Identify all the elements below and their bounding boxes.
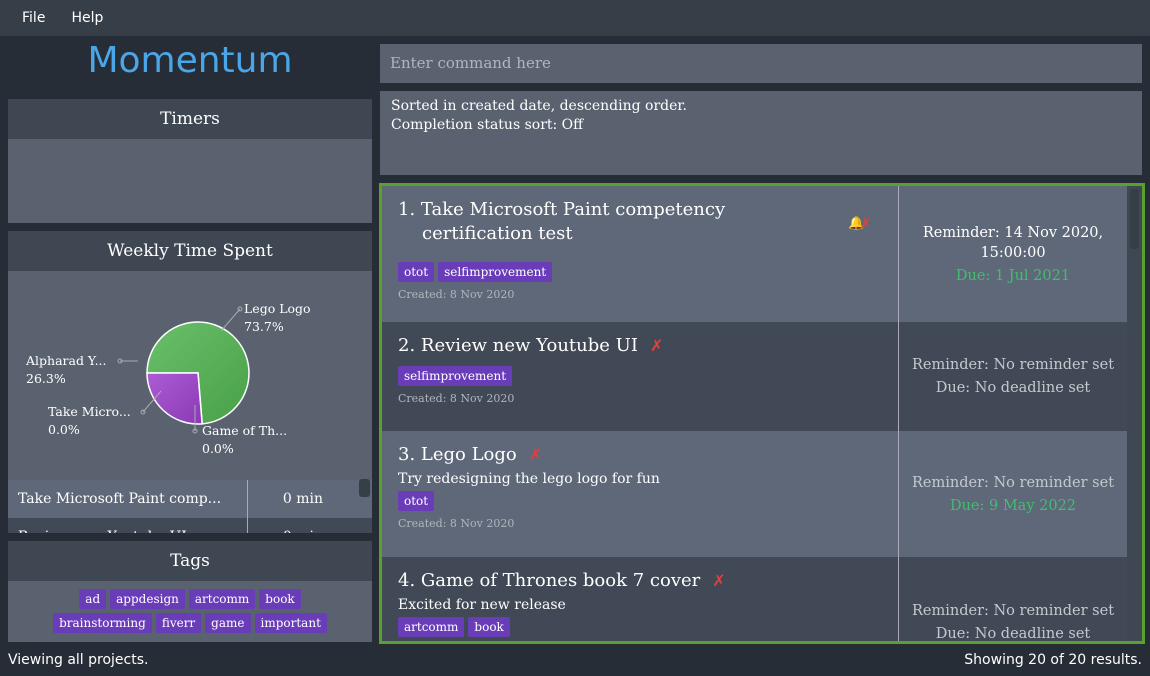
project-card[interactable]: 2. Review new Youtube UI ✗ selfimprovement… [382,322,1127,431]
project-tags: selfimprovement [396,364,882,388]
project-card[interactable]: 4. Game of Thrones book 7 cover ✗ Excited … [382,557,1127,644]
weekly-title: Weekly Time Spent [8,231,372,271]
time-spent: 0 min [248,518,358,533]
project-info: 3. Lego Logo ✗ Try redesigning the lego lo… [382,431,899,557]
project-info: 4. Game of Thrones book 7 cover ✗ Excited … [382,557,899,644]
tags-panel: Tags ad appdesign artcomm book brainstorming… [8,541,372,642]
result-line: Sorted in created date, descending order… [391,98,688,114]
timers-panel: Timers [8,99,372,223]
app-logo: Momentum [87,40,293,81]
project-tags: artcomm book [396,615,882,639]
table-row[interactable]: Review new Youtube UI...0 min [8,518,372,533]
project-title: 1. Take Microsoft Paint competency certi… [398,198,882,246]
project-dates: Reminder: No reminder set Due: 9 May 2022 [899,431,1127,557]
project-title: 3. Lego Logo ✗ [398,443,882,467]
status-left: Viewing all projects. [8,652,149,668]
pie-chart: Lego Logo 73.7% Alpharad Y... 26.3% Take Mic… [25,301,311,456]
list-scrollbar[interactable] [1130,189,1139,249]
project-info: 2. Review new Youtube UI ✗ selfimprovement… [382,322,899,431]
label-leader [220,308,241,332]
tag-chip[interactable]: appdesign [110,589,185,609]
tag-chip[interactable]: game [205,613,251,633]
menu-file[interactable]: File [22,10,45,26]
table-row[interactable]: Take Microsoft Paint comp... 0 min [8,480,372,518]
slice-name-label: Lego Logo [244,301,311,316]
project-description: Excited for new release [398,597,566,613]
reminder-text: Reminder: No reminder set [911,602,1115,619]
project-title: 2. Review new Youtube UI ✗ [398,334,882,358]
project-title-text: 1. Take Microsoft Paint competency certi… [398,199,726,244]
slice-value-label: 26.3% [26,371,66,386]
reminder-text: Reminder: No reminder set [911,357,1115,373]
slice-name-label: Game of Th... [202,423,287,438]
due-date: Due: No deadline set [935,380,1091,396]
pie-slice [146,372,203,425]
tag-chip[interactable]: ad [79,589,107,609]
weekly-time-panel: Weekly Time Spent Lego Logo 73.7% Alpharad… [8,231,372,533]
tag-chip: otot [398,491,435,511]
due-date: Due: 1 Jul 2021 [955,267,1071,284]
tag-chip: selfimprovement [438,262,553,282]
project-tags: otot selfimprovement [396,260,882,284]
tag-chip: artcomm [398,617,465,637]
created-date: Created: 8 Nov 2020 [398,517,515,530]
menu-help[interactable]: Help [71,10,103,26]
reminder-text: Reminder: 14 Nov 2020, 15:00:00 [922,224,1104,261]
tag-chip: book [468,617,510,637]
project-card[interactable]: 3. Lego Logo ✗ Try redesigning the lego lo… [382,431,1127,557]
command-input[interactable]: Enter command here [380,44,1142,83]
tag-chip: otot [398,262,435,282]
tag-chip: selfimprovement [398,366,513,386]
project-dates: Reminder: 14 Nov 2020, 15:00:00 Due: 1 Ju… [899,186,1127,322]
project-dates: Reminder: No reminder set Due: No deadlin… [899,557,1127,642]
project-tags: otot [396,489,882,513]
reminder-text: Reminder: No reminder set [911,474,1115,491]
created-date: Created: 8 Nov 2020 [398,288,515,301]
project-title-text: 4. Game of Thrones book 7 cover [398,570,701,591]
due-date: Due: 9 May 2022 [949,497,1077,514]
timers-title: Timers [8,99,372,139]
due-date: Due: No deadline set [935,625,1091,642]
tag-chip[interactable]: artcomm [188,589,256,609]
created-date: Created: 8 Nov 2020 [398,643,882,644]
project-title-text: 2. Review new Youtube UI [398,335,638,356]
incomplete-icon: ✗ [860,216,872,232]
status-right: Showing 20 of 20 results. [964,652,1142,668]
project-info: 🔔 ✗ 1. Take Microsoft Paint competency cer… [382,186,899,322]
slice-name-label: Alpharad Y... [25,353,107,368]
table-scrollbar[interactable] [359,479,370,497]
menu-bar: File Help [0,0,1150,36]
slice-value-label: 73.7% [244,319,284,334]
project-list: 🔔 ✗ 1. Take Microsoft Paint competency cer… [379,183,1145,644]
project-name: Take Microsoft Paint comp... [8,480,248,518]
time-table: Take Microsoft Paint comp...0 minReview … [8,480,372,533]
project-description: Try redesigning the lego logo for fun [398,471,660,487]
tag-chip[interactable]: important [254,613,327,633]
time-spent: 0 min [282,491,324,507]
created-date: Created: 8 Nov 2020 [398,392,515,405]
tags-title: Tags [8,541,372,581]
incomplete-icon: ✗ [712,571,726,590]
project-dates: Reminder: No reminder set Due: No deadlin… [899,322,1127,431]
project-card[interactable]: 🔔 ✗ 1. Take Microsoft Paint competency cer… [382,186,1127,322]
slice-name-label: Take Micro... [48,404,131,419]
tag-chip[interactable]: book [259,589,301,609]
result-line: Completion status sort: Off [391,117,584,133]
result-display: Sorted in created date, descending order… [380,91,1142,175]
project-title-text: 3. Lego Logo [398,444,517,465]
slice-value-label: 0.0% [48,422,80,437]
tag-list: ad appdesign artcomm book brainstorming fiver… [8,581,372,641]
incomplete-icon: ✗ [649,336,664,355]
project-title: 4. Game of Thrones book 7 cover ✗ [398,569,882,593]
tag-chip[interactable]: fiverr [155,613,202,633]
incomplete-icon: ✗ [528,445,543,464]
project-name: Review new Youtube UI... [8,518,248,533]
slice-value-label: 0.0% [202,441,234,456]
tag-chip[interactable]: brainstorming [53,613,152,633]
